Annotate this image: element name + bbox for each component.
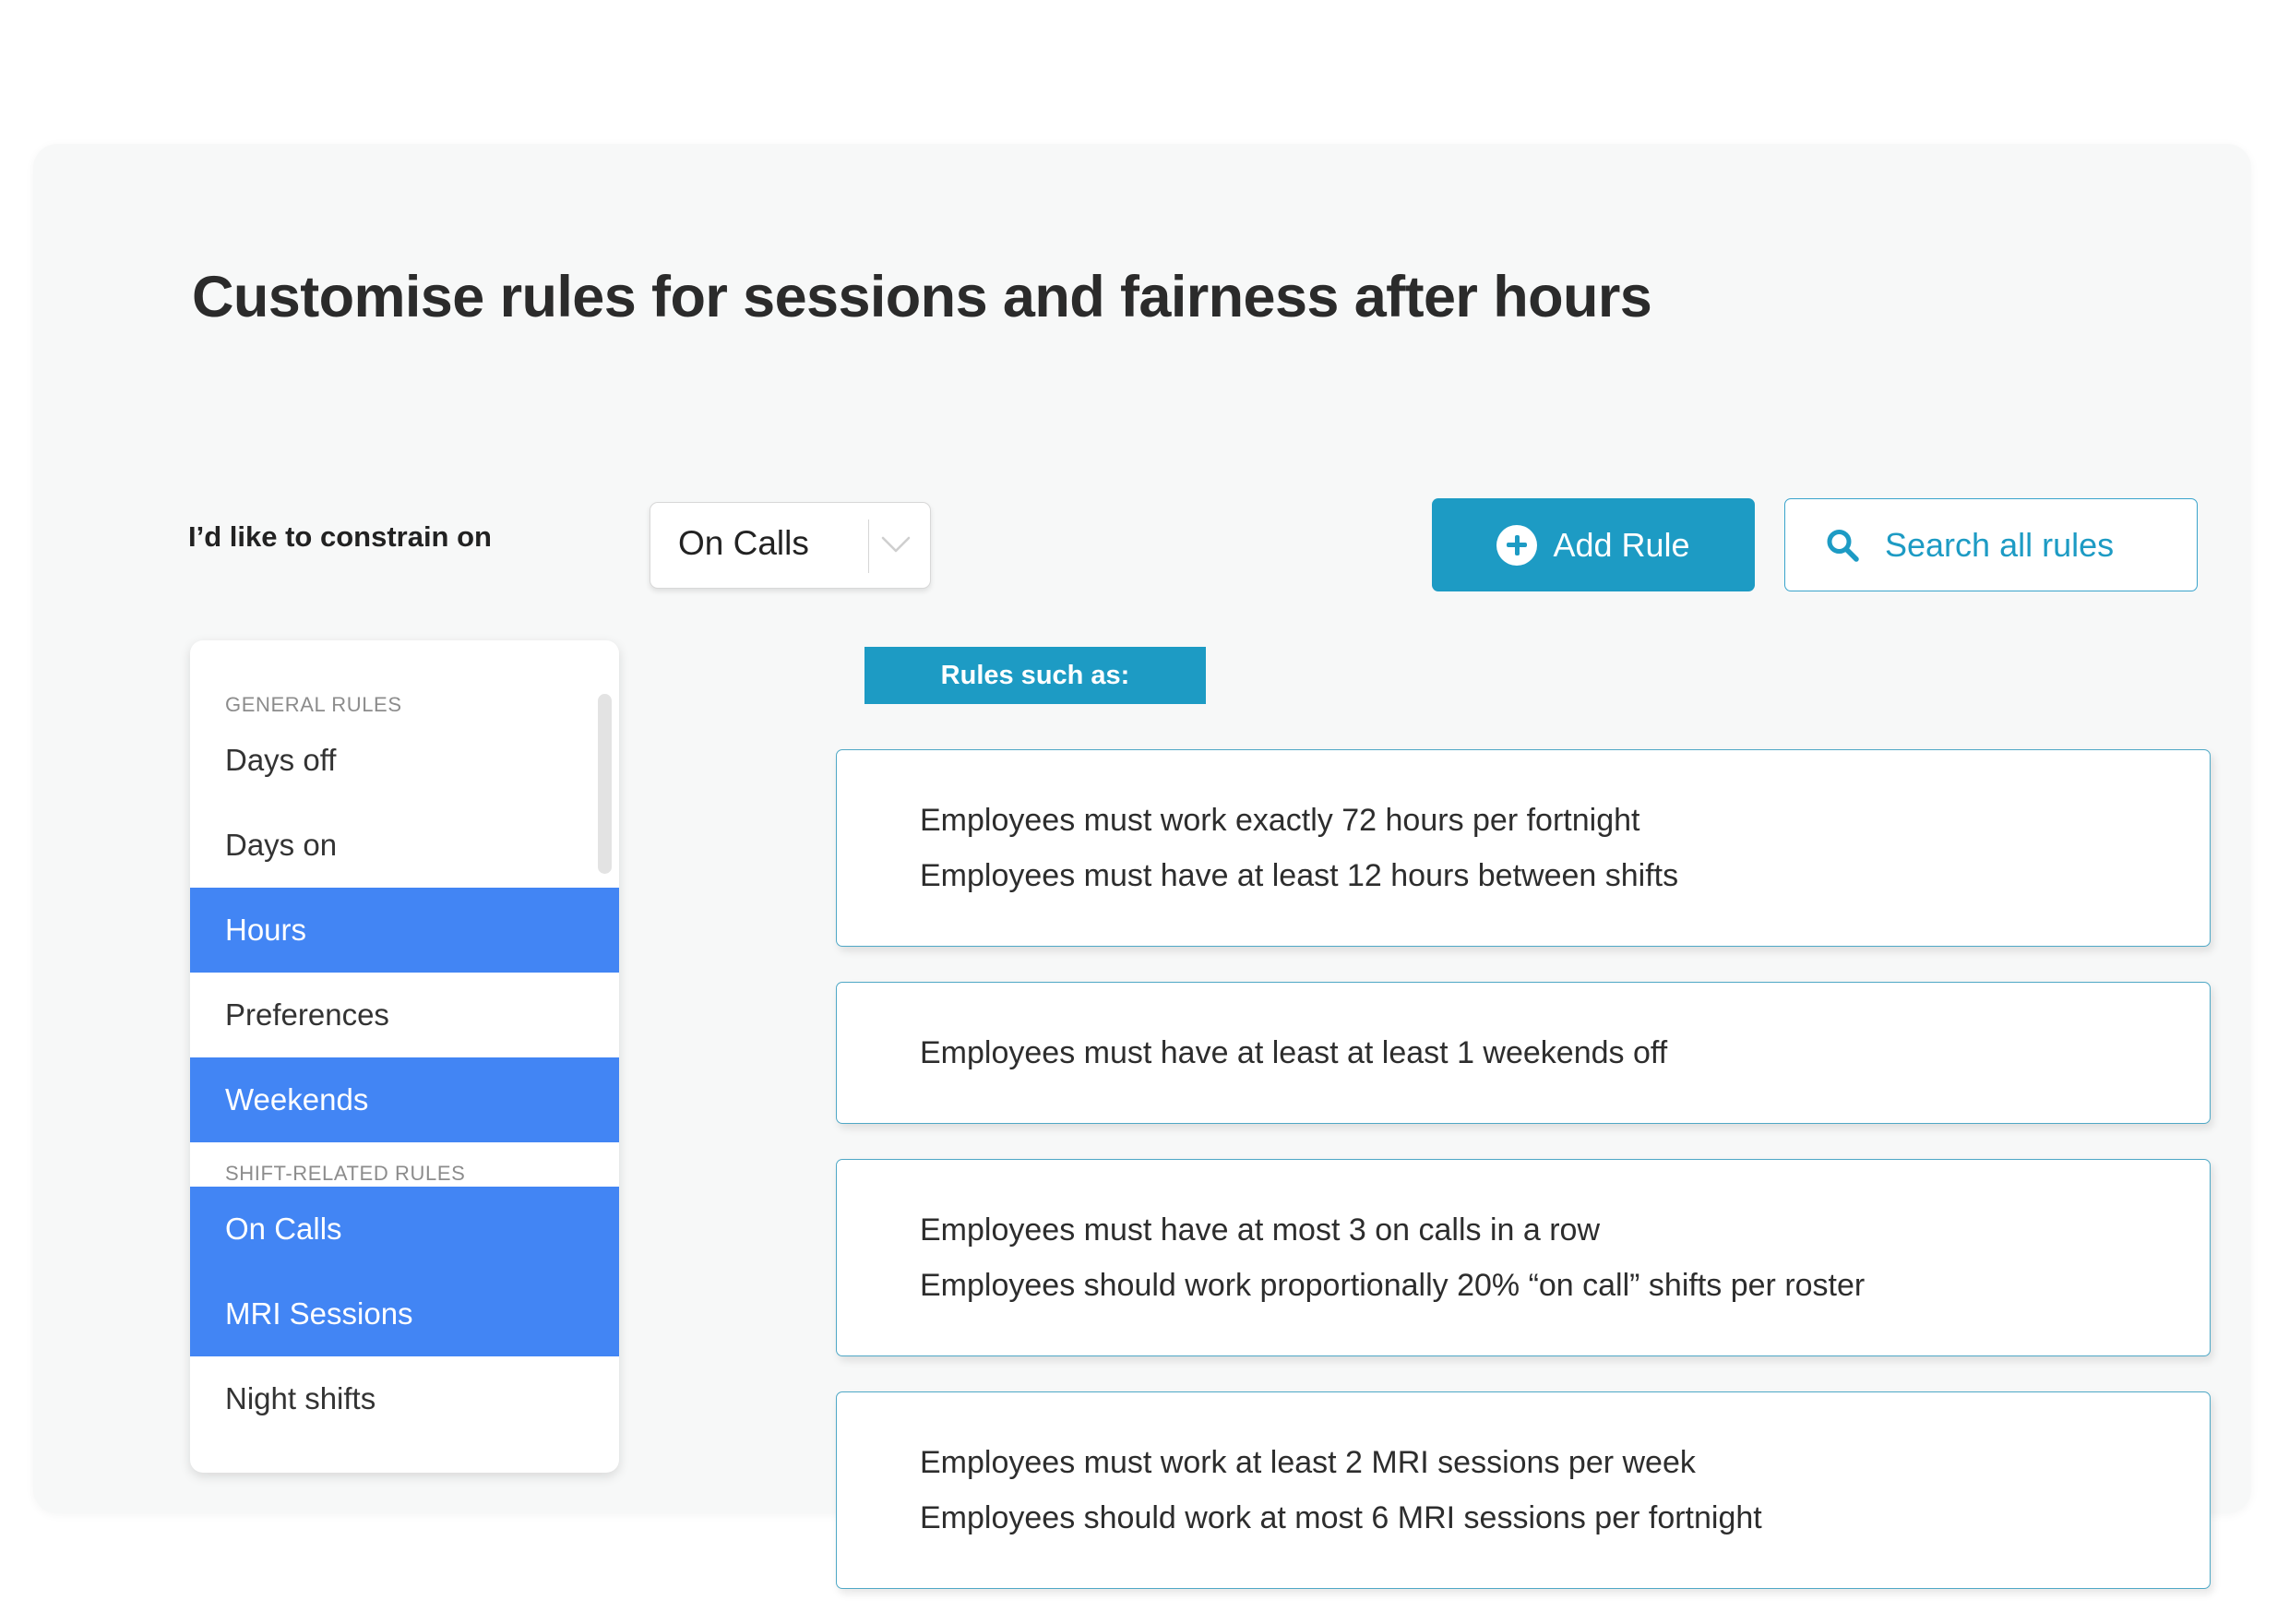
sidebar-item-days-on[interactable]: Days on	[190, 803, 619, 888]
control-row: I’d like to constrain on On Calls Add Ru…	[188, 496, 2200, 598]
rule-text: Employees must work at least 2 MRI sessi…	[920, 1445, 1696, 1480]
sidebar-item-on-calls[interactable]: On Calls	[190, 1187, 619, 1272]
add-rule-label: Add Rule	[1553, 525, 1690, 564]
rule-card[interactable]: Employees must work exactly 72 hours per…	[836, 749, 2211, 947]
rule-category-list[interactable]: GENERAL RULES Days off Days on Hours Prefere…	[190, 640, 619, 1473]
sidebar-item-weekends[interactable]: Weekends	[190, 1057, 619, 1142]
constrain-on-select[interactable]: On Calls	[650, 502, 931, 589]
vertical-scrollbar[interactable]	[598, 694, 612, 874]
rule-text: Employees should work at most 6 MRI sess…	[920, 1500, 1762, 1535]
select-divider	[868, 519, 869, 573]
rules-such-as-badge: Rules such as:	[864, 647, 1206, 704]
search-all-rules-button[interactable]: Search all rules	[1784, 498, 2198, 591]
sidebar-item-mri-sessions[interactable]: MRI Sessions	[190, 1272, 619, 1356]
constrain-on-label: I’d like to constrain on	[188, 520, 492, 553]
rule-text: Employees must have at most 3 on calls i…	[920, 1212, 1600, 1248]
rule-cards-container: Employees must work exactly 72 hours per…	[836, 749, 2211, 1624]
sidebar-item-night-shifts[interactable]: Night shifts	[190, 1356, 619, 1441]
rule-card[interactable]: Employees must have at least at least 1 …	[836, 982, 2211, 1124]
search-icon	[1824, 527, 1861, 564]
rule-text: Employees must have at least at least 1 …	[920, 1035, 1668, 1070]
page-title: Customise rules for sessions and fairnes…	[192, 265, 1652, 330]
rule-card[interactable]: Employees must have at most 3 on calls i…	[836, 1159, 2211, 1356]
sidebar-item-preferences[interactable]: Preferences	[190, 973, 619, 1057]
list-group-header: SHIFT-RELATED RULES	[225, 1162, 466, 1185]
add-rule-button[interactable]: Add Rule	[1432, 498, 1755, 591]
rule-text: Employees must work exactly 72 hours per…	[920, 803, 1640, 838]
list-group-header: GENERAL RULES	[225, 693, 402, 716]
constrain-on-value: On Calls	[678, 524, 809, 562]
sidebar-item-hours[interactable]: Hours	[190, 888, 619, 973]
rules-such-as-label: Rules such as:	[940, 660, 1130, 690]
chevron-down-icon	[881, 536, 911, 554]
sidebar-item-days-off[interactable]: Days off	[190, 718, 619, 803]
rule-card[interactable]: Employees must work at least 2 MRI sessi…	[836, 1391, 2211, 1589]
rule-text: Employees should work proportionally 20%…	[920, 1268, 1866, 1303]
plus-circle-icon	[1496, 524, 1538, 566]
app-panel: Customise rules for sessions and fairnes…	[33, 144, 2251, 1589]
search-all-rules-label: Search all rules	[1885, 525, 2115, 564]
rule-text: Employees must have at least 12 hours be…	[920, 858, 1679, 893]
